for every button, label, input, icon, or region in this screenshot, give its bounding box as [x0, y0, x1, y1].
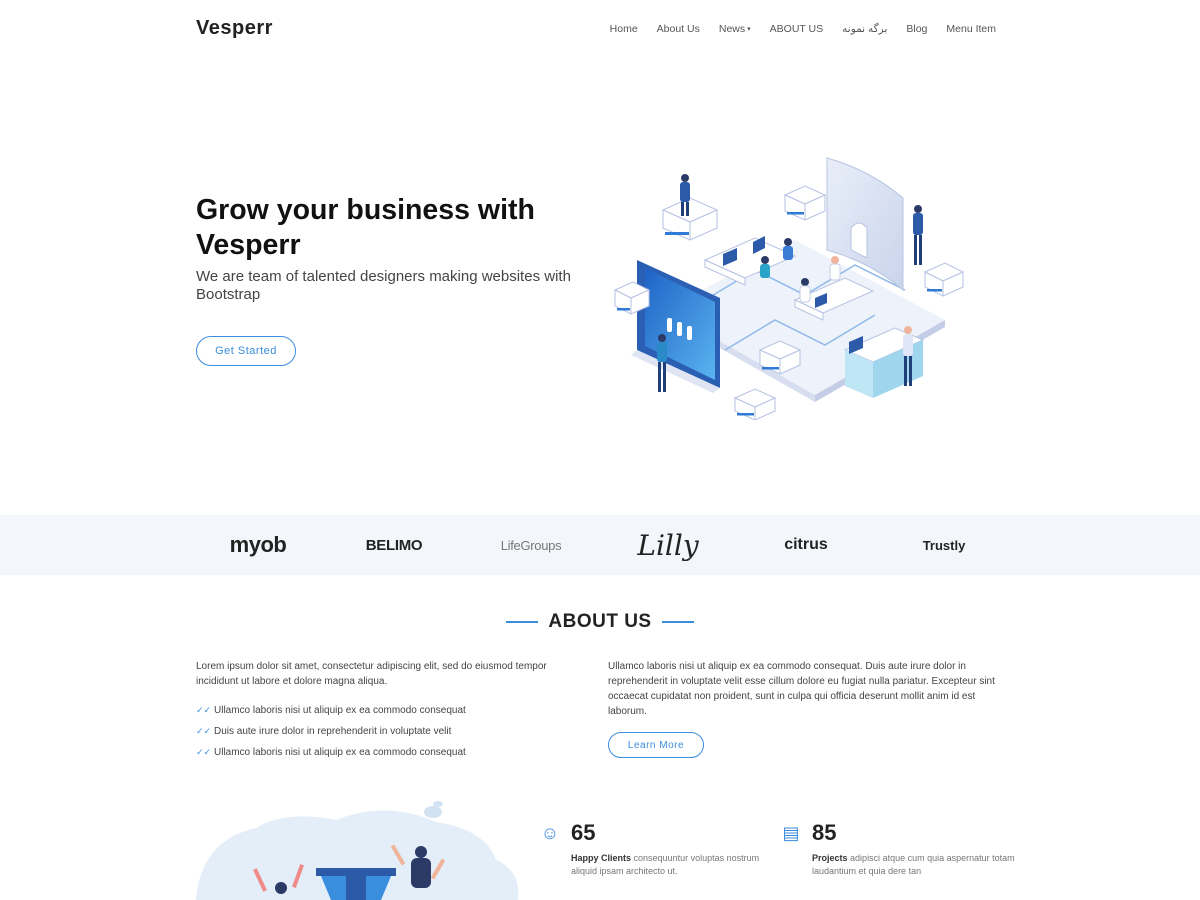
- main-nav: Home About Us News ▾ ABOUT US برگه نمونه …: [591, 23, 996, 35]
- site-logo[interactable]: Vesperr: [196, 17, 273, 40]
- learn-more-button[interactable]: Learn More: [608, 732, 704, 758]
- about-title: ABOUT US: [548, 611, 652, 632]
- count-number: 65: [571, 820, 596, 845]
- about-heading: ABOUT US: [0, 611, 1200, 633]
- get-started-button[interactable]: Get Started: [196, 336, 296, 366]
- hero-subtitle: We are team of talented designers making…: [196, 268, 571, 303]
- about-check-list: ✓✓ Ullamco laboris nisi ut aliquip ex ea…: [196, 700, 576, 763]
- counts-illustration: [196, 800, 526, 900]
- client-logo-belimo: BELIMO: [365, 536, 423, 554]
- smile-icon: ☺: [540, 823, 560, 843]
- about-left-paragraph: Lorem ipsum dolor sit amet, consectetur …: [196, 661, 547, 687]
- count-label: Projects: [812, 853, 848, 863]
- nav-blog[interactable]: Blog: [906, 23, 927, 35]
- nav-sample-page[interactable]: برگه نمونه: [842, 23, 887, 35]
- client-logo-myob: myob: [229, 532, 287, 557]
- document-icon: ▤: [782, 823, 800, 843]
- count-description: Projects adipisci atque cum quia asperna…: [812, 852, 1022, 878]
- list-item-text: Duis aute irure dolor in reprehenderit i…: [214, 726, 452, 737]
- about-right-paragraph: Ullamco laboris nisi ut aliquip ex ea co…: [608, 661, 995, 717]
- nav-menu-item[interactable]: Menu Item: [946, 23, 996, 35]
- count-number: 85: [812, 820, 837, 845]
- title-line-left: [506, 621, 539, 623]
- nav-news[interactable]: News ▾: [719, 23, 751, 35]
- title-line-right: [661, 621, 694, 623]
- list-item: ✓✓ Ullamco laboris nisi ut aliquip ex ea…: [196, 742, 576, 763]
- double-check-icon: ✓✓: [196, 726, 212, 736]
- site-header: Vesperr Home About Us News ▾ ABOUT US برگ…: [0, 0, 1200, 60]
- nav-about-us-caps[interactable]: ABOUT US: [770, 23, 823, 35]
- list-item-text: Ullamco laboris nisi ut aliquip ex ea co…: [214, 747, 466, 758]
- double-check-icon: ✓✓: [196, 705, 212, 715]
- client-logo-citrus: citrus: [784, 536, 828, 553]
- client-logo-lilly: Lilly: [637, 528, 699, 562]
- hero-title: Grow your business with Vesperr: [196, 194, 535, 261]
- count-description: Happy Clients consequuntur voluptas nost…: [571, 852, 781, 878]
- clients-strip: myob BELIMO LifeGroups Lilly citrus Trus…: [0, 515, 1200, 575]
- caret-down-icon: ▾: [747, 26, 751, 33]
- client-logo-trustly: Trustly: [922, 537, 966, 553]
- client-logo-lifegroups: LifeGroups: [500, 537, 562, 553]
- count-label: Happy Clients: [571, 853, 632, 863]
- list-item: ✓✓ Ullamco laboris nisi ut aliquip ex ea…: [196, 700, 576, 721]
- list-item: ✓✓ Duis aute irure dolor in reprehenderi…: [196, 721, 576, 742]
- nav-home[interactable]: Home: [610, 23, 638, 35]
- list-item-text: Ullamco laboris nisi ut aliquip ex ea co…: [214, 705, 466, 716]
- hero-illustration: [605, 150, 975, 421]
- nav-about-us[interactable]: About Us: [657, 23, 700, 35]
- nav-news-label: News: [718, 23, 746, 35]
- double-check-icon: ✓✓: [196, 747, 212, 757]
